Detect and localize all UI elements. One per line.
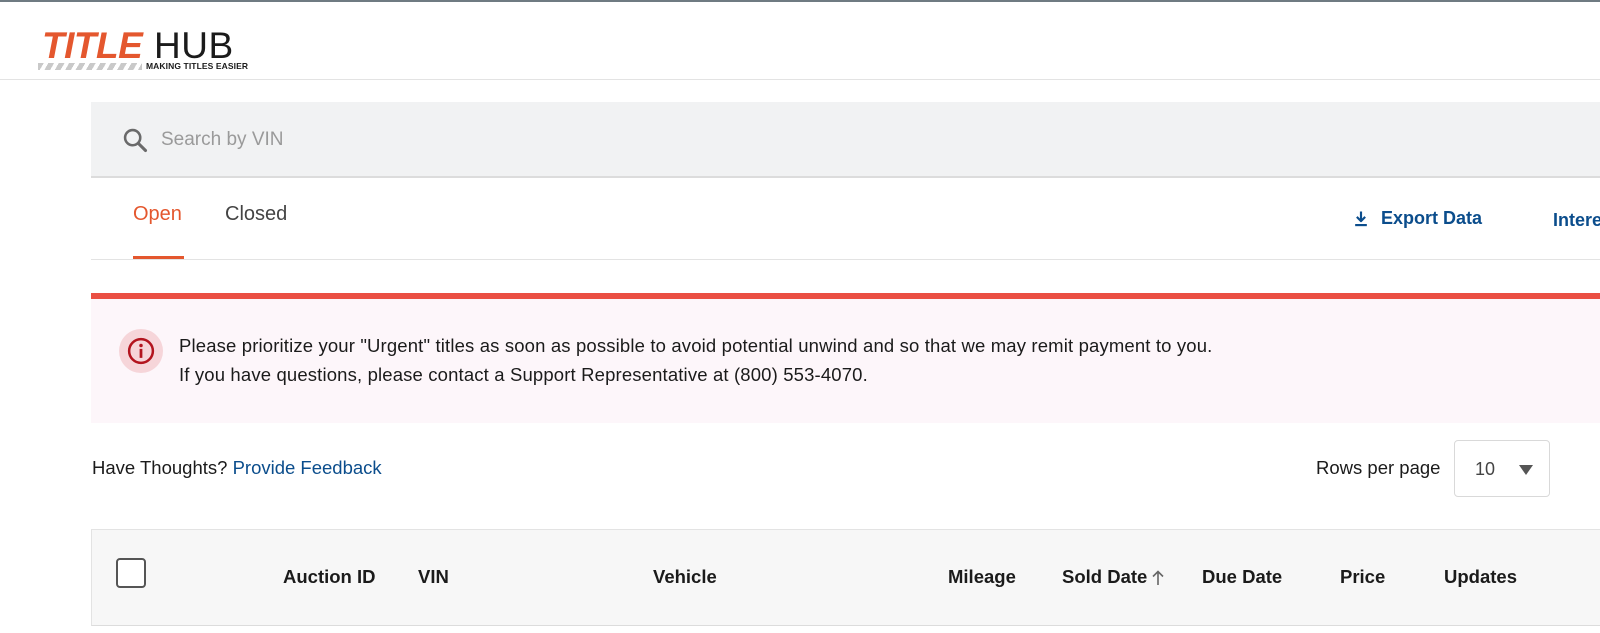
column-header-updates[interactable]: Updates — [1444, 566, 1517, 588]
logo-title-text: TITLE — [42, 25, 143, 66]
column-header-vehicle[interactable]: Vehicle — [653, 566, 717, 588]
export-data-label: Export Data — [1381, 208, 1483, 228]
sort-ascending-icon — [1152, 570, 1164, 586]
column-header-auction-id[interactable]: Auction ID — [283, 566, 376, 588]
tab-open[interactable]: Open — [133, 202, 182, 226]
rows-per-page-value: 10 — [1475, 459, 1496, 479]
search-input[interactable] — [161, 120, 761, 160]
feedback-prompt: Have Thoughts? — [92, 457, 228, 478]
sold-date-label: Sold Date — [1062, 566, 1148, 587]
info-alert-icon — [127, 337, 155, 365]
vin-search-bar — [91, 102, 1600, 178]
app-header: TITLE HUB MAKING TITLES EASIER — [0, 2, 1600, 80]
alert-message-line-1: Please prioritize your "Urgent" titles a… — [179, 335, 1213, 356]
column-header-sold-date[interactable]: Sold Date — [1062, 566, 1165, 588]
alert-icon-badge — [119, 329, 163, 373]
column-header-due-date[interactable]: Due Date — [1202, 566, 1282, 588]
column-header-price[interactable]: Price — [1340, 566, 1385, 588]
export-data-button[interactable]: Export Data — [1351, 208, 1482, 229]
select-all-checkbox[interactable] — [116, 558, 146, 588]
feedback-row: Have Thoughts? Provide Feedback — [92, 457, 382, 479]
download-icon — [1355, 211, 1367, 226]
rows-per-page-select[interactable]: 10 — [1454, 440, 1550, 497]
urgent-alert-banner: Please prioritize your "Urgent" titles a… — [91, 293, 1600, 423]
active-tab-indicator — [133, 256, 184, 259]
table-header-row: Auction ID VIN Vehicle Mileage Sold Date… — [91, 529, 1600, 626]
rows-per-page-label: Rows per page — [1316, 457, 1441, 478]
provide-feedback-link[interactable]: Provide Feedback — [233, 457, 382, 478]
cut-off-action-button[interactable]: Intere — [1553, 210, 1600, 231]
dropdown-caret-icon — [1519, 465, 1533, 475]
column-header-mileage[interactable]: Mileage — [948, 566, 1016, 588]
alert-message-line-2: If you have questions, please contact a … — [179, 364, 868, 385]
tab-closed[interactable]: Closed — [225, 202, 287, 226]
logo-stripes — [38, 63, 142, 70]
logo-tagline: MAKING TITLES EASIER — [146, 61, 249, 71]
search-icon — [123, 128, 148, 153]
tab-bar: Open Closed Export Data Intere — [91, 178, 1600, 260]
logo-hub-text: HUB — [154, 25, 234, 66]
title-hub-logo[interactable]: TITLE HUB MAKING TITLES EASIER — [38, 26, 248, 74]
column-header-vin[interactable]: VIN — [418, 566, 449, 588]
